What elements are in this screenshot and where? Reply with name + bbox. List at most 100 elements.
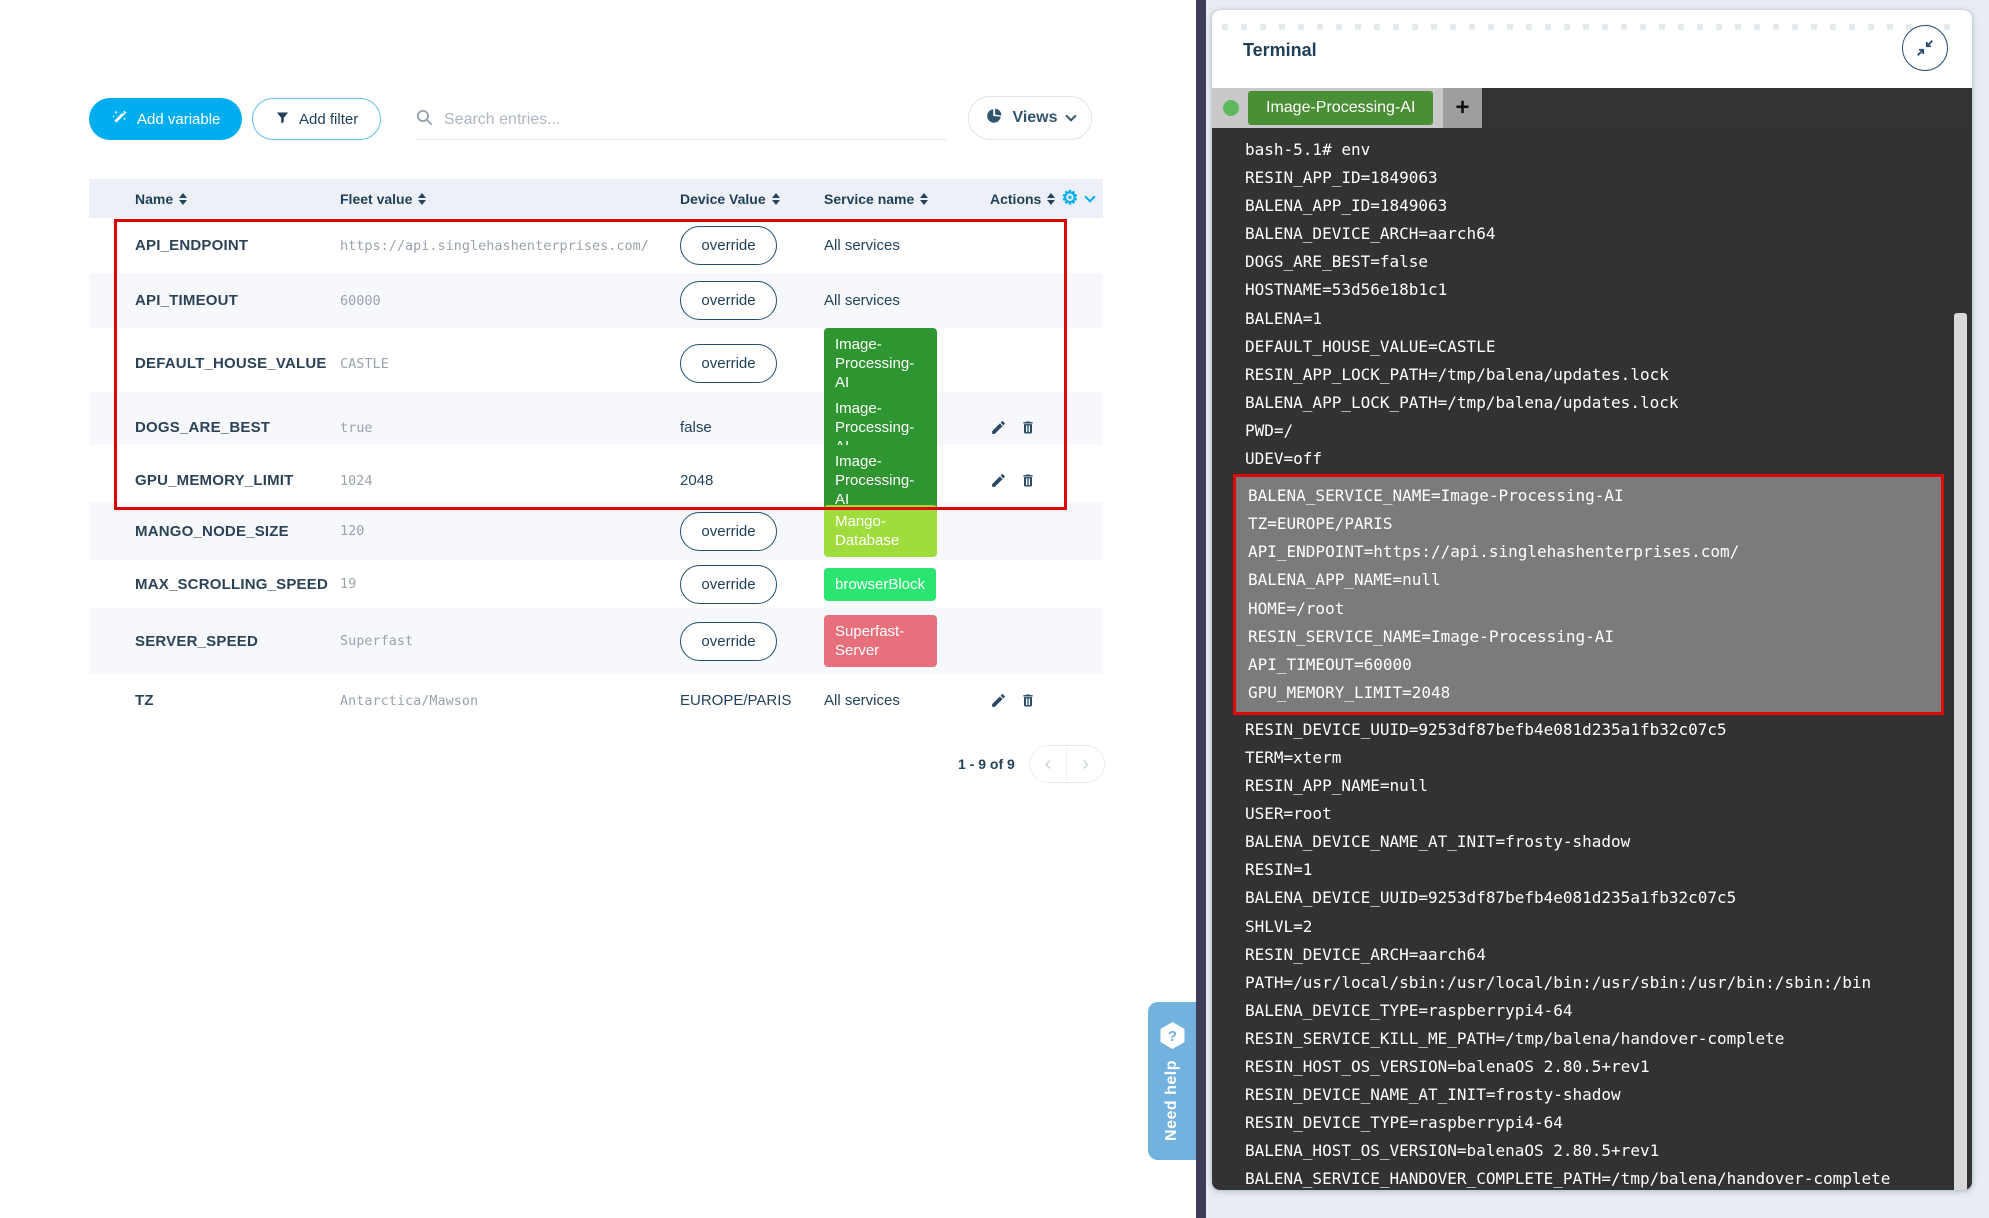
terminal-line: RESIN_DEVICE_ARCH=aarch64 (1245, 941, 1944, 969)
sort-icon (772, 193, 780, 205)
drag-handle-dots[interactable] (1222, 24, 1958, 30)
terminal-line: HOME=/root (1248, 595, 1941, 623)
column-header-actions[interactable]: Actions ⚙ (990, 189, 1103, 208)
delete-button[interactable] (1020, 692, 1036, 709)
table-row[interactable]: DOGS_ARE_BEST true false Image-Processin… (89, 392, 1103, 445)
terminal-line: BALENA_APP_ID=1849063 (1245, 192, 1944, 220)
override-button[interactable]: override (680, 512, 777, 551)
terminal-line: SHLVL=2 (1245, 913, 1944, 941)
next-page-button[interactable]: › (1067, 746, 1104, 782)
terminal-line: TZ=EUROPE/PARIS (1248, 510, 1941, 538)
terminal-line: RESIN_APP_NAME=null (1245, 772, 1944, 800)
column-header-name[interactable]: Name (135, 191, 340, 207)
sort-icon (179, 193, 187, 205)
pagination: 1 - 9 of 9 ‹ › (958, 745, 1105, 783)
table-row[interactable]: MAX_SCROLLING_SPEED 19 override browserB… (89, 560, 1103, 608)
column-header-fleet-value[interactable]: Fleet value (340, 191, 680, 207)
table-row[interactable]: DEFAULT_HOUSE_VALUE CASTLE override Imag… (89, 328, 1103, 392)
terminal-output[interactable]: bash-5.1# envRESIN_APP_ID=1849063BALENA_… (1212, 128, 1972, 1190)
variable-name: DOGS_ARE_BEST (135, 419, 340, 436)
table-row[interactable]: API_TIMEOUT 60000 override All services (89, 273, 1103, 328)
terminal-line: PWD=/ (1245, 417, 1944, 445)
table-row[interactable]: MANGO_NODE_SIZE 120 override Mango-Datab… (89, 502, 1103, 560)
svg-text:?: ? (1167, 1028, 1176, 1045)
variables-table: Name Fleet value Device Value Service na… (89, 179, 1103, 727)
terminal-line: RESIN_DEVICE_NAME_AT_INIT=frosty-shadow (1245, 1081, 1944, 1109)
add-filter-button[interactable]: Add filter (252, 98, 381, 140)
variable-name: MANGO_NODE_SIZE (135, 523, 340, 540)
pencil-icon (990, 419, 1007, 436)
terminal-line: HOSTNAME=53d56e18b1c1 (1245, 276, 1944, 304)
variable-name: GPU_MEMORY_LIMIT (135, 472, 340, 489)
override-button[interactable]: override (680, 565, 777, 604)
highlight-rectangle-terminal: BALENA_SERVICE_NAME=Image-Processing-AIT… (1233, 474, 1944, 715)
terminal-line: USER=root (1245, 800, 1944, 828)
delete-button[interactable] (1020, 419, 1036, 436)
fleet-value: 120 (340, 523, 680, 539)
sort-icon (920, 193, 928, 205)
terminal-line: API_TIMEOUT=60000 (1248, 651, 1941, 679)
table-row[interactable]: API_ENDPOINT https://api.singlehashenter… (89, 218, 1103, 273)
variable-name: MAX_SCROLLING_SPEED (135, 576, 340, 593)
table-row[interactable]: TZ Antarctica/Mawson EUROPE/PARIS All se… (89, 674, 1103, 727)
variable-name: TZ (135, 692, 340, 709)
edit-button[interactable] (990, 472, 1007, 489)
terminal-line: BALENA_HOST_OS_VERSION=balenaOS 2.80.5+r… (1245, 1137, 1944, 1165)
trash-icon (1020, 419, 1036, 436)
edit-button[interactable] (990, 692, 1007, 709)
terminal-line: RESIN_DEVICE_UUID=9253df87befb4e081d235a… (1245, 716, 1944, 744)
chevron-right-icon: › (1082, 753, 1089, 776)
terminal-line: RESIN_APP_LOCK_PATH=/tmp/balena/updates.… (1245, 361, 1944, 389)
terminal-line: BALENA_SERVICE_NAME=Image-Processing-AI (1248, 482, 1941, 510)
override-button[interactable]: override (680, 622, 777, 661)
variable-name: DEFAULT_HOUSE_VALUE (135, 355, 340, 372)
collapse-arrows-icon (1914, 37, 1936, 59)
search-input[interactable] (444, 111, 946, 129)
column-settings-gear-icon[interactable]: ⚙ (1061, 189, 1078, 208)
need-help-tab[interactable]: ? Need help (1148, 1002, 1196, 1160)
collapse-terminal-button[interactable] (1902, 25, 1948, 71)
override-button[interactable]: override (680, 344, 777, 383)
terminal-line: RESIN_DEVICE_TYPE=raspberrypi4-64 (1245, 1109, 1944, 1137)
override-button[interactable]: override (680, 281, 777, 320)
terminal-line: DEFAULT_HOUSE_VALUE=CASTLE (1245, 333, 1944, 361)
terminal-line: BALENA_APP_LOCK_PATH=/tmp/balena/updates… (1245, 389, 1944, 417)
chevron-down-icon (1065, 110, 1076, 121)
table-header: Name Fleet value Device Value Service na… (89, 179, 1103, 218)
views-button[interactable]: Views (968, 96, 1092, 140)
delete-button[interactable] (1020, 472, 1036, 489)
variable-name: SERVER_SPEED (135, 633, 340, 650)
terminal-scrollbar-thumb[interactable] (1954, 313, 1967, 1190)
panel-divider[interactable] (1196, 0, 1206, 1218)
terminal-line: DOGS_ARE_BEST=false (1245, 248, 1944, 276)
column-header-service-name[interactable]: Service name (824, 191, 990, 207)
table-row[interactable]: SERVER_SPEED Superfast override Superfas… (89, 608, 1103, 674)
terminal-line: TERM=xterm (1245, 744, 1944, 772)
need-help-label: Need help (1163, 1060, 1181, 1141)
previous-page-button[interactable]: ‹ (1030, 746, 1068, 782)
terminal-lines-after: RESIN_DEVICE_UUID=9253df87befb4e081d235a… (1245, 716, 1944, 1190)
edit-button[interactable] (990, 419, 1007, 436)
terminal-line: UDEV=off (1245, 445, 1944, 473)
search-icon (415, 108, 434, 132)
pie-chart-icon (985, 107, 1003, 130)
collapse-table-chevron-icon[interactable] (1085, 191, 1096, 202)
add-variable-button[interactable]: Add variable (89, 98, 242, 140)
terminal-panel: Terminal Image-Processing-AI + bash-5.1#… (1206, 0, 1989, 1218)
variable-name: API_TIMEOUT (135, 292, 340, 309)
new-terminal-tab-button[interactable]: + (1443, 88, 1482, 128)
add-variable-label: Add variable (137, 111, 220, 128)
terminal-line: BALENA=1 (1245, 305, 1944, 333)
terminal-line: RESIN_HOST_OS_VERSION=balenaOS 2.80.5+re… (1245, 1053, 1944, 1081)
table-row[interactable]: GPU_MEMORY_LIMIT 1024 2048 Image-Process… (89, 445, 1103, 502)
terminal-line: PATH=/usr/local/sbin:/usr/local/bin:/usr… (1245, 969, 1944, 997)
service-name: All services (824, 292, 990, 309)
column-header-device-value[interactable]: Device Value (680, 191, 824, 207)
override-button[interactable]: override (680, 226, 777, 265)
terminal-lines-highlighted: BALENA_SERVICE_NAME=Image-Processing-AIT… (1248, 482, 1941, 707)
views-label: Views (1012, 109, 1057, 127)
service-status-dot (1223, 100, 1239, 116)
terminal-line: BALENA_SERVICE_HANDOVER_COMPLETE_PATH=/t… (1245, 1165, 1944, 1190)
terminal-tab-image-processing-ai[interactable]: Image-Processing-AI (1248, 91, 1433, 125)
filter-funnel-icon (275, 110, 290, 129)
